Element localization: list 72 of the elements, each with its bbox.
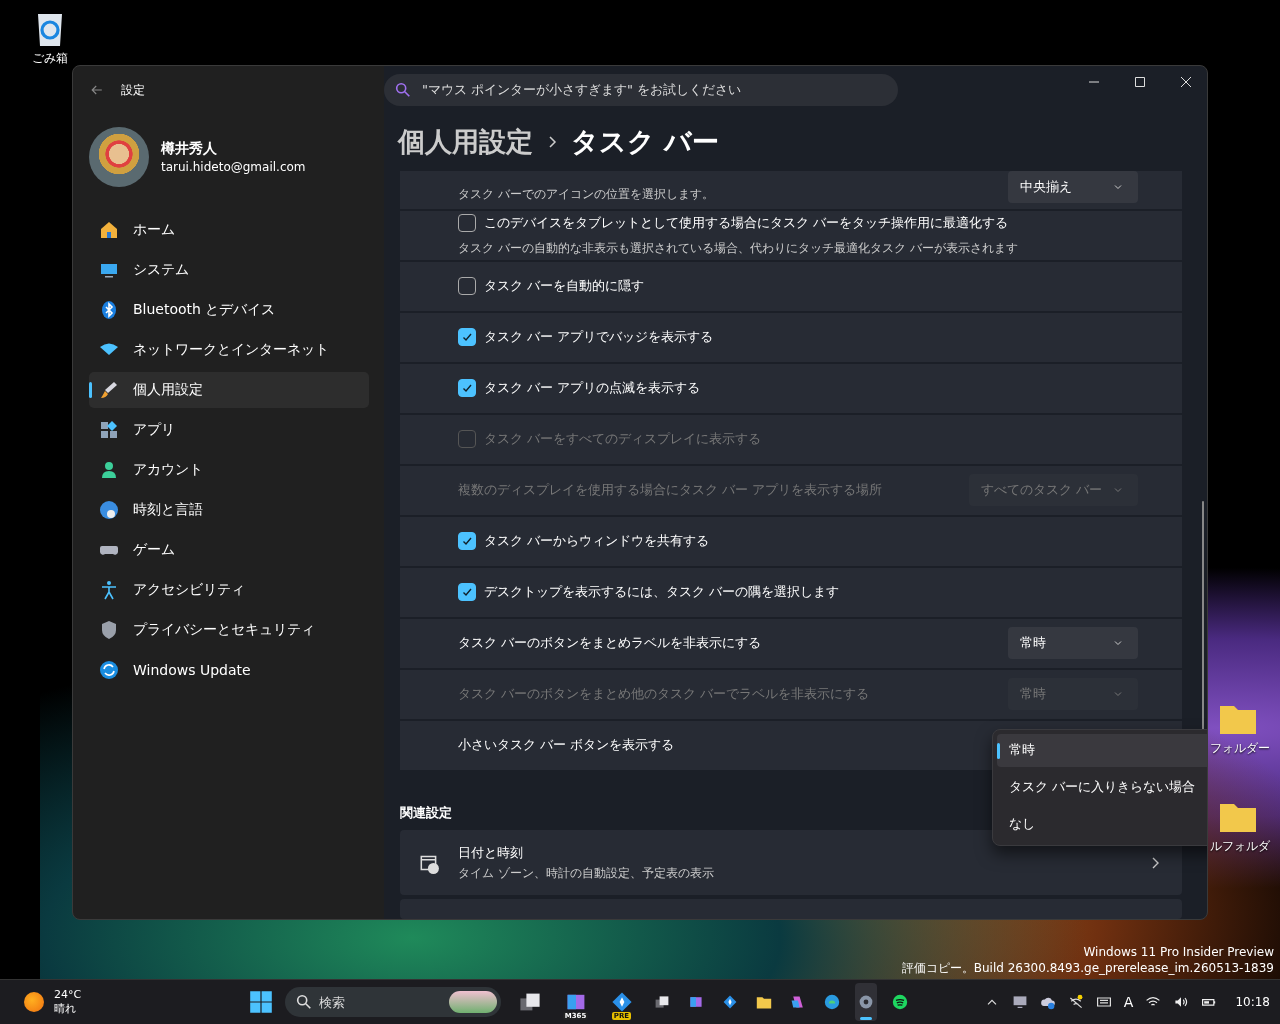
sidebar-item[interactable]: アクセシビリティ bbox=[89, 572, 369, 608]
user-name: 樽井秀人 bbox=[161, 140, 218, 158]
desktop-icon-label: フォルダー bbox=[1210, 740, 1270, 757]
checkbox[interactable] bbox=[458, 583, 476, 602]
desktop-icon-label: ルフォルダ bbox=[1210, 838, 1270, 855]
setting-label: タスク バーからウィンドウを共有する bbox=[484, 532, 710, 551]
sidebar-item[interactable]: 個人用設定 bbox=[89, 372, 369, 408]
home-icon bbox=[99, 220, 119, 240]
avatar[interactable] bbox=[89, 127, 149, 187]
setting-label: 小さいタスク バー ボタンを表示する bbox=[458, 736, 675, 755]
gear-icon[interactable] bbox=[854, 983, 877, 1021]
dropdown[interactable]: 常時 bbox=[1008, 627, 1138, 660]
setting-label: 複数のディスプレイを使用する場合にタスク バー アプリを表示する場所 bbox=[458, 481, 883, 500]
start-icon[interactable] bbox=[248, 990, 273, 1014]
sidebar-item[interactable]: プライバシーとセキュリティ bbox=[89, 612, 369, 648]
setting-description: タスク バーの自動的な非表示も選択されている場合、代わりにタッチ最適化タスク バーが表示されます bbox=[458, 239, 1018, 257]
sidebar-item[interactable]: ネットワークとインターネット bbox=[89, 332, 369, 368]
globe-clock-icon bbox=[99, 500, 119, 520]
section-heading: 関連設定 bbox=[400, 803, 453, 822]
search-field[interactable]: "マウス ポインターが小さすぎます" をお試しください bbox=[384, 73, 898, 106]
weather-widget[interactable]: 24°C 晴れ bbox=[20, 984, 86, 1020]
network-off-icon[interactable] bbox=[1067, 994, 1084, 1010]
search-icon bbox=[294, 993, 313, 1011]
keyboard-icon[interactable] bbox=[1095, 994, 1112, 1010]
sidebar-item[interactable]: 時刻と言語 bbox=[89, 492, 369, 528]
checkbox[interactable] bbox=[458, 277, 476, 296]
accessibility-icon bbox=[99, 580, 119, 600]
checkbox[interactable] bbox=[458, 328, 476, 347]
maximize-icon[interactable] bbox=[1134, 75, 1146, 88]
sidebar-item[interactable]: Windows Update bbox=[89, 652, 369, 688]
shield-icon bbox=[99, 620, 119, 640]
sidebar-item[interactable]: アプリ bbox=[89, 412, 369, 448]
chevron-right-icon bbox=[1150, 855, 1160, 870]
clock[interactable]: 10:18 bbox=[1235, 995, 1270, 1009]
checkbox[interactable] bbox=[458, 379, 476, 398]
chevron-right-icon bbox=[547, 135, 557, 150]
sidebar-item[interactable]: Bluetooth とデバイス bbox=[89, 292, 369, 328]
setting-description: タスク バーでのアイコンの位置を選択します。 bbox=[458, 185, 714, 203]
sidebar-item[interactable]: ホーム bbox=[89, 212, 369, 248]
close-icon[interactable] bbox=[1180, 75, 1192, 88]
setting-label: タスク バーのボタンをまとめラベルを非表示にする bbox=[458, 634, 762, 653]
update-icon bbox=[99, 660, 119, 680]
setting-label: デスクトップを表示するには、タスク バーの隅を選択します bbox=[484, 583, 840, 602]
user-email: tarui.hideto@gmail.com bbox=[161, 160, 306, 174]
checkbox[interactable] bbox=[458, 213, 476, 232]
menu-item[interactable]: タスク バーに入りきらない場合 bbox=[997, 770, 1207, 804]
monitor-icon[interactable] bbox=[1011, 994, 1028, 1010]
setting-label: タスク バー アプリでバッジを表示する bbox=[484, 328, 714, 347]
setting-label: タスク バー アプリの点滅を表示する bbox=[484, 379, 701, 398]
dropdown[interactable]: 中央揃え bbox=[1008, 170, 1138, 203]
page-title: タスク バー bbox=[571, 125, 720, 160]
menu-item[interactable]: 常時 bbox=[997, 733, 1207, 767]
watermark-text: Windows 11 Pro Insider Preview bbox=[1083, 944, 1274, 960]
sidebar-item[interactable]: ゲーム bbox=[89, 532, 369, 568]
setting-label: このデバイスをタブレットとして使用する場合にタスク バーをタッチ操作用に最適化する bbox=[484, 213, 1009, 232]
breadcrumb-parent[interactable]: 個人用設定 bbox=[398, 124, 533, 161]
window-title: 設定 bbox=[121, 81, 145, 99]
setting-label: タスク バーを自動的に隠す bbox=[484, 277, 645, 296]
person-icon bbox=[99, 460, 119, 480]
sun-icon bbox=[24, 992, 44, 1012]
checkbox[interactable] bbox=[458, 532, 476, 551]
bluetooth-icon bbox=[99, 300, 119, 320]
sidebar-item[interactable]: システム bbox=[89, 252, 369, 288]
input-mode-indicator[interactable]: A bbox=[1123, 994, 1134, 1010]
apps-grid-icon bbox=[99, 420, 119, 440]
search-icon bbox=[394, 80, 412, 99]
sidebar-item[interactable]: アカウント bbox=[89, 452, 369, 488]
setting-label: タスク バーをすべてのディスプレイに表示する bbox=[484, 430, 762, 449]
desktop-icon-label: ごみ箱 bbox=[32, 50, 68, 67]
watermark-text: 評価コピー。Build 26300.8493.ge_prerelease_im.260513-1839 bbox=[901, 960, 1274, 976]
setting-label: タスク バーのボタンをまとめ他のタスク バーでラベルを非表示にする bbox=[458, 685, 870, 704]
brush-icon bbox=[99, 380, 119, 400]
